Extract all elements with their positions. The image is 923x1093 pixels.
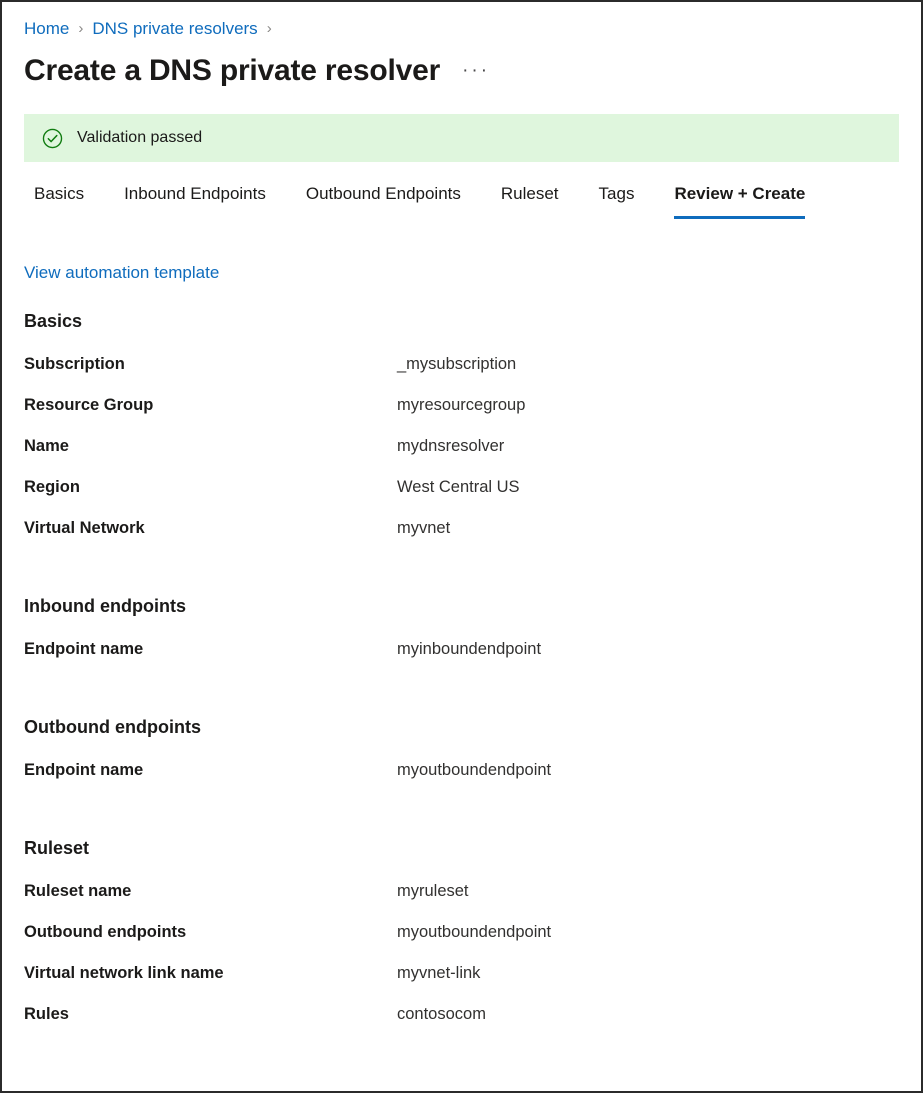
row-label: Name xyxy=(24,435,397,457)
tab-ruleset[interactable]: Ruleset xyxy=(501,179,559,219)
breadcrumb: Home › DNS private resolvers › xyxy=(24,2,899,46)
page-title: Create a DNS private resolver xyxy=(24,52,440,90)
section-inbound-endpoints: Inbound endpoints Endpoint name myinboun… xyxy=(24,594,899,679)
row-label: Subscription xyxy=(24,353,397,375)
summary-row: Virtual Network myvnet xyxy=(24,517,899,558)
row-value: myvnet xyxy=(397,517,450,539)
section-basics: Basics Subscription _mysubscription Reso… xyxy=(24,309,899,558)
check-circle-icon xyxy=(42,128,63,149)
breadcrumb-item-home[interactable]: Home xyxy=(24,20,69,37)
create-dns-private-resolver-page: Home › DNS private resolvers › Create a … xyxy=(0,0,923,1093)
section-outbound-endpoints: Outbound endpoints Endpoint name myoutbo… xyxy=(24,715,899,800)
row-value: myruleset xyxy=(397,880,469,902)
tab-review-create[interactable]: Review + Create xyxy=(674,179,805,219)
row-label: Resource Group xyxy=(24,394,397,416)
breadcrumb-item-dns-private-resolvers[interactable]: DNS private resolvers xyxy=(92,20,257,37)
row-value: contosocom xyxy=(397,1003,486,1025)
row-label: Region xyxy=(24,476,397,498)
row-label: Ruleset name xyxy=(24,880,397,902)
row-value: myoutboundendpoint xyxy=(397,759,551,781)
tab-basics[interactable]: Basics xyxy=(34,179,84,219)
section-heading: Outbound endpoints xyxy=(24,715,899,739)
row-value: West Central US xyxy=(397,476,520,498)
summary-row: Subscription _mysubscription xyxy=(24,353,899,394)
summary-row: Resource Group myresourcegroup xyxy=(24,394,899,435)
breadcrumb-separator-icon: › xyxy=(267,21,272,36)
row-label: Endpoint name xyxy=(24,759,397,781)
tab-tags[interactable]: Tags xyxy=(599,179,635,219)
row-label: Rules xyxy=(24,1003,397,1025)
breadcrumb-separator-icon: › xyxy=(78,21,83,36)
row-value: myresourcegroup xyxy=(397,394,525,416)
row-value: myvnet-link xyxy=(397,962,480,984)
section-ruleset: Ruleset Ruleset name myruleset Outbound … xyxy=(24,836,899,1044)
validation-status-text: Validation passed xyxy=(77,130,202,146)
summary-row: Rules contosocom xyxy=(24,1003,899,1044)
tab-outbound-endpoints[interactable]: Outbound Endpoints xyxy=(306,179,461,219)
page-content: Home › DNS private resolvers › Create a … xyxy=(2,2,921,1091)
row-label: Virtual Network xyxy=(24,517,397,539)
row-value: mydnsresolver xyxy=(397,435,504,457)
row-value: myoutboundendpoint xyxy=(397,921,551,943)
summary-rows: Subscription _mysubscription Resource Gr… xyxy=(24,353,899,558)
section-heading: Ruleset xyxy=(24,836,899,860)
row-value: myinboundendpoint xyxy=(397,638,541,660)
summary-row: Endpoint name myinboundendpoint xyxy=(24,638,899,679)
tab-inbound-endpoints[interactable]: Inbound Endpoints xyxy=(124,179,266,219)
view-automation-template-link[interactable]: View automation template xyxy=(24,262,219,284)
summary-row: Name mydnsresolver xyxy=(24,435,899,476)
summary-rows: Endpoint name myinboundendpoint xyxy=(24,638,899,679)
row-label: Outbound endpoints xyxy=(24,921,397,943)
summary-row: Outbound endpoints myoutboundendpoint xyxy=(24,921,899,962)
validation-status-banner: Validation passed xyxy=(24,114,899,162)
row-value: _mysubscription xyxy=(397,353,516,375)
summary-row: Endpoint name myoutboundendpoint xyxy=(24,759,899,800)
more-actions-icon[interactable]: ··· xyxy=(462,61,490,80)
summary-rows: Endpoint name myoutboundendpoint xyxy=(24,759,899,800)
summary-row: Virtual network link name myvnet-link xyxy=(24,962,899,1003)
row-label: Virtual network link name xyxy=(24,962,397,984)
wizard-tab-bar: Basics Inbound Endpoints Outbound Endpoi… xyxy=(24,179,899,227)
section-heading: Inbound endpoints xyxy=(24,594,899,618)
summary-row: Region West Central US xyxy=(24,476,899,517)
page-title-row: Create a DNS private resolver ··· xyxy=(24,52,899,90)
section-heading: Basics xyxy=(24,309,899,333)
row-label: Endpoint name xyxy=(24,638,397,660)
summary-row: Ruleset name myruleset xyxy=(24,880,899,921)
summary-rows: Ruleset name myruleset Outbound endpoint… xyxy=(24,880,899,1044)
